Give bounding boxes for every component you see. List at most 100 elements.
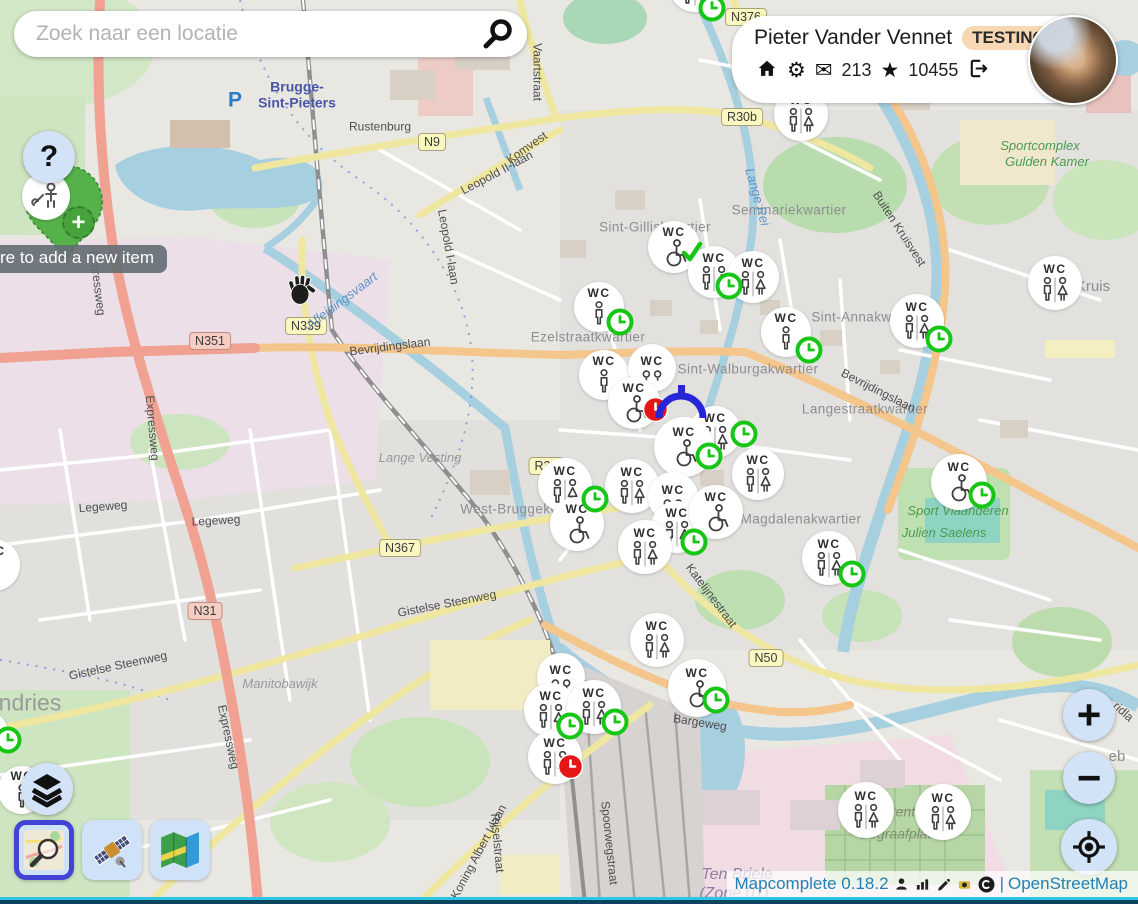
- map-label: Brugge-: [270, 79, 324, 94]
- clock-red-badge: [557, 753, 584, 780]
- road-ref-badge: N367: [379, 539, 421, 557]
- mf-toilet-icon: [739, 467, 777, 495]
- road-ref-badge: N50: [749, 649, 784, 667]
- add-plus-icon[interactable]: +: [62, 206, 95, 239]
- layers-button[interactable]: [21, 763, 73, 815]
- marker-wc-label: WC: [554, 465, 577, 477]
- clock-green-badge: [580, 484, 610, 514]
- marker-wc-label: WC: [1044, 263, 1067, 275]
- road-ref-badge: N9: [418, 133, 446, 151]
- marker-wc-label: WC: [818, 538, 841, 550]
- clock-green-badge: [729, 419, 759, 449]
- star-icon[interactable]: ★: [880, 60, 899, 81]
- marker-wc-label: WC: [673, 426, 696, 438]
- map-label: Lange Vesting: [379, 451, 462, 465]
- map-label: Manitobawijk: [242, 677, 317, 691]
- attribution-separator: |: [1000, 874, 1004, 894]
- copyright-circle-icon[interactable]: [978, 876, 995, 893]
- zoom-in-button[interactable]: +: [1063, 689, 1115, 741]
- clock-green-badge: [694, 441, 724, 471]
- map-label: Vaartstraat: [530, 43, 543, 101]
- map-canvas[interactable]: Brugge-Sint-Pieters Rustenburg Vaartstraat…: [0, 0, 1138, 904]
- clock-green-badge: [0, 725, 23, 755]
- basemap-osm-button[interactable]: [14, 820, 74, 880]
- layers-icon: [28, 770, 66, 808]
- toilet-marker[interactable]: WC: [732, 448, 784, 500]
- clock-green-badge: [605, 307, 635, 337]
- map-label: Julien Saelens: [902, 526, 987, 540]
- clock-green-badge: [701, 685, 731, 715]
- toilet-marker[interactable]: WC: [630, 613, 684, 667]
- toilet-marker[interactable]: WC: [838, 782, 894, 838]
- camera-icon[interactable]: [957, 876, 972, 892]
- clock-green-badge: [714, 271, 744, 301]
- osm-link[interactable]: OpenStreetMap: [1008, 874, 1128, 894]
- attribution-bar: Mapcomplete 0.18.2 | OpenStreetMap: [727, 871, 1138, 897]
- mf-toilet-icon: [924, 805, 962, 833]
- marker-wc-label: WC: [666, 507, 689, 519]
- map-label: Gulden Kamer: [1005, 155, 1089, 169]
- marker-wc-label: WC: [703, 252, 726, 264]
- marker-wc-label: WC: [663, 226, 686, 238]
- basemap-map-button[interactable]: [150, 820, 210, 880]
- check-badge: [679, 239, 705, 265]
- basemap-satellite-button[interactable]: [82, 820, 142, 880]
- mf-toilet-icon: [613, 479, 651, 507]
- mapcomplete-app: Brugge-Sint-Pieters Rustenburg Vaartstraat…: [0, 0, 1138, 904]
- geolocate-button[interactable]: [1061, 819, 1117, 875]
- search-input[interactable]: [34, 21, 481, 47]
- messages-icon[interactable]: ✉: [815, 60, 833, 81]
- marker-wc-label: WC: [932, 792, 955, 804]
- map-label: eb: [1109, 749, 1126, 766]
- marker-wc-label: WC: [0, 545, 6, 557]
- home-icon[interactable]: [756, 58, 778, 84]
- clock-green-badge: [555, 711, 585, 741]
- clock-green-badge: [697, 0, 727, 23]
- selected-pin-arc: [652, 385, 710, 421]
- map-label: Magdalenakwartier: [741, 513, 862, 528]
- message-count[interactable]: 213: [841, 60, 871, 81]
- logout-icon[interactable]: [967, 57, 990, 84]
- toilet-marker[interactable]: WC: [618, 520, 672, 574]
- road-ref-badge: R30b: [721, 108, 763, 126]
- marker-wc-label: WC: [906, 301, 929, 313]
- single-toilet-icon: [0, 558, 7, 586]
- map-label: Sint-Pieters: [258, 95, 336, 110]
- user-avatar[interactable]: [1028, 15, 1118, 105]
- app-version-link[interactable]: Mapcomplete 0.18.2: [735, 874, 889, 894]
- help-button[interactable]: ?: [23, 131, 75, 183]
- marker-wc-label: WC: [948, 461, 971, 473]
- map-label: Rustenburg: [349, 120, 411, 133]
- edit-pencil-icon[interactable]: [936, 876, 951, 892]
- mf-toilet-icon: [847, 803, 885, 831]
- toilet-marker[interactable]: WC: [915, 784, 971, 840]
- statistics-icon[interactable]: [915, 876, 930, 892]
- marker-wc-label: WC: [593, 355, 616, 367]
- clock-green-badge: [794, 335, 824, 365]
- search-icon: [481, 17, 515, 51]
- marker-wc-label: WC: [686, 667, 709, 679]
- road-ref-badge: N31: [188, 602, 223, 620]
- road-ref-badge: N351: [189, 332, 231, 350]
- marker-wc-label: WC: [742, 257, 765, 269]
- crosshair-icon: [1071, 829, 1107, 865]
- marker-wc-label: WC: [588, 287, 611, 299]
- marker-wc-label: WC: [623, 382, 646, 394]
- star-count[interactable]: 10455: [908, 60, 958, 81]
- marker-wc-label: WC: [646, 620, 669, 632]
- map-label: Sportcomplex: [1000, 139, 1079, 153]
- clock-green-badge: [679, 527, 709, 557]
- marker-wc-label: WC: [550, 664, 573, 676]
- marker-wc-label: WC: [634, 527, 657, 539]
- osm-map-icon: [22, 828, 66, 872]
- zoom-out-button[interactable]: −: [1063, 752, 1115, 804]
- search-button[interactable]: [481, 17, 527, 51]
- settings-gear-icon[interactable]: ⚙: [787, 60, 806, 81]
- community-person-icon[interactable]: [894, 876, 909, 892]
- marker-wc-label: WC: [747, 454, 770, 466]
- map-label: P: [228, 88, 242, 111]
- toilet-marker[interactable]: WC: [1028, 256, 1082, 310]
- marker-wc-label: WC: [621, 466, 644, 478]
- wheelchair-toilet-icon: [560, 516, 594, 546]
- clock-green-badge: [924, 324, 954, 354]
